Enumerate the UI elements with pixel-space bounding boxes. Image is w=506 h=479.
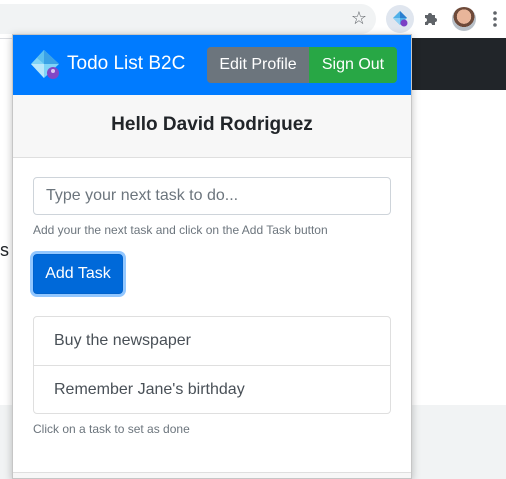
app-title: Todo List B2C (67, 53, 186, 74)
edit-profile-button[interactable]: Edit Profile (207, 47, 309, 83)
sign-out-button[interactable]: Sign Out (309, 47, 397, 83)
popup-navbar: Todo List B2C Edit Profile Sign Out (13, 35, 411, 95)
task-item[interactable]: Buy the newspaper (34, 317, 390, 366)
task-item[interactable]: Remember Jane's birthday (34, 366, 390, 414)
task-list: Buy the newspaper Remember Jane's birthd… (33, 316, 391, 414)
list-help-text: Click on a task to set as done (33, 422, 190, 436)
page-navbar (412, 38, 506, 90)
card-footer (13, 472, 411, 478)
active-extension-button[interactable] (386, 5, 414, 33)
add-task-button[interactable]: Add Task (33, 254, 123, 294)
app-logo-icon (31, 50, 59, 79)
extension-popup: Todo List B2C Edit Profile Sign Out Hell… (12, 34, 412, 479)
kebab-icon[interactable] (488, 9, 502, 29)
input-help-text: Add your the next task and click on the … (33, 223, 328, 237)
address-bar[interactable] (0, 4, 376, 34)
greeting-text: Hello David Rodriguez (111, 114, 313, 135)
star-icon[interactable]: ☆ (349, 8, 369, 28)
puzzle-icon[interactable] (421, 9, 441, 29)
task-input[interactable] (33, 177, 391, 215)
greeting-header: Hello David Rodriguez (13, 95, 411, 158)
azure-b2c-icon (393, 11, 408, 27)
profile-avatar[interactable] (452, 7, 476, 31)
